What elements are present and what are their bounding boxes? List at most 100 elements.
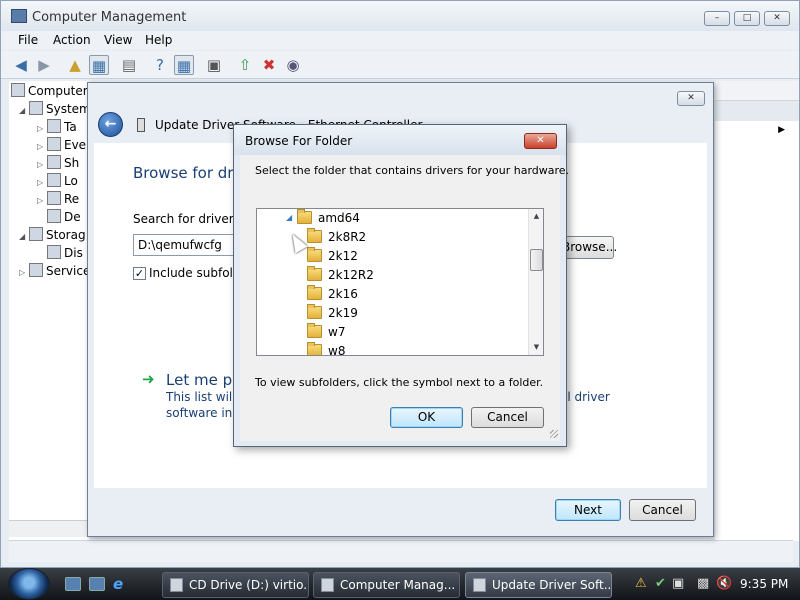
tree-item-storage[interactable]: ◢ Storag <box>19 227 86 242</box>
cd-drive-icon <box>170 578 183 592</box>
expand-arrow-icon[interactable]: ▷ <box>37 160 47 169</box>
shared-folder-icon <box>47 155 61 169</box>
update-driver-close-button[interactable]: ✕ <box>677 91 705 106</box>
expand-arrow-icon[interactable]: ▷ <box>37 178 47 187</box>
computer-management-icon <box>11 9 27 23</box>
tree-item-task-scheduler[interactable]: ▷ Ta <box>37 119 77 134</box>
folder-item-w8[interactable]: w8 <box>307 342 345 355</box>
tree-item-disk-management[interactable]: Dis <box>47 245 83 260</box>
network-icon[interactable]: ▣ <box>672 576 684 591</box>
browse-content: Select the folder that contains drivers … <box>240 155 569 441</box>
browse-title-bar[interactable]: Browse For Folder ✕ <box>234 125 566 155</box>
tree-item-device-manager[interactable]: De <box>47 209 81 224</box>
tree-item-local-users[interactable]: ▷ Lo <box>37 173 78 188</box>
actions-header <box>715 81 799 101</box>
scan-hardware-icon[interactable]: ▣ <box>204 55 224 75</box>
folder-item-2k16[interactable]: 2k16 <box>307 285 358 301</box>
let-me-pick-link[interactable]: Let me pick from a list of device driver… <box>166 371 234 389</box>
help-icon[interactable]: ? <box>150 55 170 75</box>
tree-item-shared-folders[interactable]: ▷ Sh <box>37 155 79 170</box>
properties-icon[interactable]: ▤ <box>119 55 139 75</box>
safely-remove-icon[interactable]: ✔ <box>655 576 666 591</box>
taskbar-item-update-driver[interactable]: Update Driver Soft... <box>465 572 612 598</box>
scroll-thumb[interactable] <box>530 249 543 271</box>
folder-item-amd64[interactable]: amd64 <box>297 209 360 225</box>
browse-cancel-button[interactable]: Cancel <box>471 407 544 428</box>
collapse-arrow-icon[interactable]: ◢ <box>19 106 29 115</box>
folder-item-2k12r2[interactable]: 2k12R2 <box>307 266 374 282</box>
storage-icon <box>29 227 43 241</box>
tree-item-reliability[interactable]: ▷ Re <box>37 191 79 206</box>
folder-item-2k19[interactable]: 2k19 <box>307 304 358 320</box>
up-folder-icon[interactable]: ▲ <box>65 55 85 75</box>
close-button[interactable]: ✕ <box>764 11 790 26</box>
title-bar[interactable]: Computer Management – □ ✕ <box>1 1 799 31</box>
device-icon <box>473 578 486 592</box>
action-pane-icon[interactable]: ▦ <box>174 55 194 75</box>
tree-item-system-tools[interactable]: ◢ System <box>19 101 91 116</box>
expand-arrow-icon[interactable]: ▷ <box>37 142 47 151</box>
enable-device-icon[interactable]: ◉ <box>283 55 303 75</box>
browse-close-button[interactable]: ✕ <box>524 133 557 149</box>
minimize-button[interactable]: – <box>704 11 730 26</box>
maximize-button[interactable]: □ <box>734 11 760 26</box>
menu-view[interactable]: View <box>104 33 132 47</box>
folder-tree-scrollbar[interactable]: ▲ ▼ <box>528 209 543 355</box>
network-disconnected-icon[interactable]: ▩ <box>697 576 709 591</box>
ok-button[interactable]: OK <box>390 407 463 428</box>
expand-arrow-icon[interactable]: ▷ <box>37 196 47 205</box>
internet-explorer-icon[interactable]: e <box>113 577 129 592</box>
menu-help[interactable]: Help <box>145 33 172 47</box>
taskbar-item-cd-drive[interactable]: CD Drive (D:) virtio... <box>162 572 309 598</box>
show-desktop-icon[interactable] <box>65 577 81 591</box>
switch-windows-icon[interactable] <box>89 577 105 591</box>
collapse-arrow-icon[interactable]: ◢ <box>286 213 292 222</box>
menu-action[interactable]: Action <box>53 33 91 47</box>
scroll-up-icon[interactable]: ▲ <box>529 209 543 224</box>
event-viewer-icon <box>47 137 61 151</box>
expand-arrow-icon[interactable]: ▷ <box>37 124 47 133</box>
volume-muted-icon[interactable]: 🔇 <box>716 576 732 591</box>
let-me-pick-description: This list will show installed driver sof… <box>166 390 236 404</box>
scroll-down-icon[interactable]: ▼ <box>529 340 543 355</box>
folder-item-2k8r2[interactable]: 2k8R2 <box>307 228 366 244</box>
tree-horizontal-scrollbar[interactable] <box>9 520 89 537</box>
clock[interactable]: 9:35 PM <box>740 577 788 591</box>
start-button[interactable] <box>8 568 50 600</box>
resize-grip-icon[interactable] <box>550 430 558 438</box>
computer-management-icon <box>321 578 334 592</box>
folder-icon <box>307 342 322 355</box>
include-subfolders-checkbox[interactable]: ✓ <box>133 267 146 280</box>
tree-item-services[interactable]: ▷ Service <box>19 263 90 278</box>
tree-item-computer[interactable]: Computer <box>11 83 88 98</box>
folder-item-2k12[interactable]: 2k12 <box>307 247 358 263</box>
collapse-arrow-icon[interactable]: ◢ <box>19 232 29 241</box>
folder-item-w7[interactable]: w7 <box>307 323 345 339</box>
browse-title: Browse For Folder <box>245 134 353 148</box>
update-driver-cancel-button[interactable]: Cancel <box>629 499 696 521</box>
folder-tree[interactable]: ◢ amd64 2k8R2 2k12 2k12R2 2k16 2k19 w7 w… <box>256 208 544 356</box>
status-bar <box>9 540 793 562</box>
expand-arrow-icon[interactable]: ▷ <box>19 268 29 277</box>
next-button[interactable]: Next <box>555 499 621 521</box>
actions-row[interactable]: ▶ <box>715 101 799 135</box>
tools-icon <box>29 101 43 115</box>
update-driver-icon[interactable]: ⇧ <box>235 55 255 75</box>
tree-item-event-viewer[interactable]: ▷ Eve <box>37 137 86 152</box>
browse-button[interactable]: Browse... <box>561 236 617 259</box>
submenu-arrow-icon[interactable]: ▶ <box>778 125 785 135</box>
back-arrow-icon[interactable]: ◀ <box>11 55 31 75</box>
users-icon <box>47 173 61 187</box>
folder-icon <box>297 209 312 224</box>
console-tree: Computer ◢ System ▷ Ta ▷ Eve ▷ Sh ▷ Lo ▷ Re De… <box>9 81 91 541</box>
taskbar-item-computer-management[interactable]: Computer Manag... <box>313 572 460 598</box>
menu-file[interactable]: File <box>18 33 38 47</box>
forward-arrow-icon[interactable]: ▶ <box>34 55 54 75</box>
uninstall-icon[interactable]: ✖ <box>259 55 279 75</box>
back-button[interactable]: ← <box>98 112 123 137</box>
performance-icon <box>47 191 61 205</box>
show-hide-tree-icon[interactable]: ▦ <box>89 55 109 75</box>
search-location-label: Search for driver software in this locat… <box>133 212 243 226</box>
device-manager-icon <box>47 209 61 223</box>
security-shield-icon[interactable]: ⚠ <box>635 576 647 591</box>
